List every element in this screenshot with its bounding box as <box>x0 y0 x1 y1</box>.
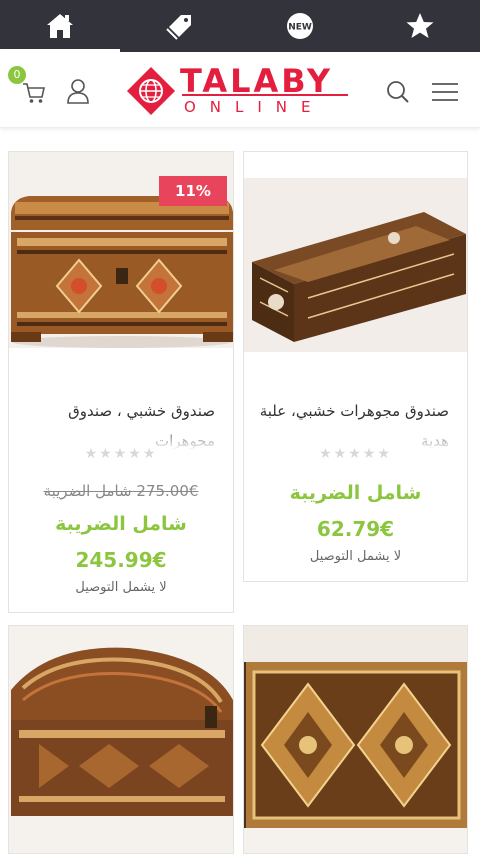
product-price: 62.79€ <box>316 517 395 541</box>
product-card-1[interactable]: 11% صندوق خشبي ، صندوق مجوهرات ★★★★★ 275… <box>8 151 234 613</box>
logo-globe-icon <box>126 66 176 116</box>
logo-divider <box>182 94 348 96</box>
product-card-4[interactable] <box>243 625 468 854</box>
search-icon[interactable] <box>386 80 410 104</box>
discount-badge: 11% <box>159 176 227 206</box>
product-image-4[interactable] <box>244 626 467 853</box>
rating-stars: ★★★★★ <box>319 446 392 462</box>
product-card-2[interactable]: صندوق مجوهرات خشبي، علبة هدية ★★★★★ شامل… <box>243 151 468 582</box>
product-card-3[interactable] <box>8 625 234 854</box>
home-icon <box>47 14 73 38</box>
shipping-note: لا يشمل التوصيل <box>75 580 167 595</box>
tab-new[interactable]: NEW <box>240 0 360 52</box>
tab-tags[interactable] <box>120 0 240 52</box>
header: 0 TALABY ONLINE <box>0 52 480 128</box>
product-price: 245.99€ <box>75 548 167 572</box>
tab-favorites[interactable] <box>360 0 480 52</box>
logo-subtext: ONLINE <box>184 98 325 116</box>
user-icon[interactable] <box>66 78 90 104</box>
old-price: 275.00€ شامل الضريبة <box>43 482 199 500</box>
cart-icon[interactable] <box>22 82 46 104</box>
rating-stars: ★★★★★ <box>84 446 158 462</box>
tax-label: شامل الضريبة <box>55 513 187 535</box>
product-image-3[interactable] <box>9 626 233 853</box>
star-icon <box>406 13 434 38</box>
tab-home[interactable] <box>0 0 120 52</box>
tag-icon <box>166 15 191 40</box>
brand-logo[interactable]: TALABY ONLINE <box>126 62 352 120</box>
top-tab-bar: NEW <box>0 0 480 52</box>
tax-label: شامل الضريبة <box>289 482 422 504</box>
menu-icon[interactable] <box>432 82 458 102</box>
shipping-note: لا يشمل التوصيل <box>309 549 402 564</box>
new-badge-icon: NEW <box>287 13 313 39</box>
product-image-2[interactable] <box>244 178 467 352</box>
new-badge-label: NEW <box>288 23 312 33</box>
